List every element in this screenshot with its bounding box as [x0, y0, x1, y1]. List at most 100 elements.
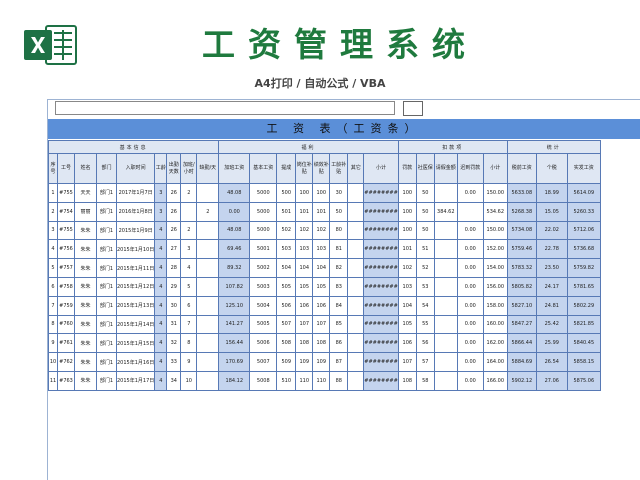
- table-cell[interactable]: 6: [48, 276, 58, 297]
- table-cell[interactable]: 25.99: [535, 333, 568, 354]
- table-cell[interactable]: [456, 201, 484, 222]
- table-cell[interactable]: 108: [312, 333, 331, 354]
- table-cell[interactable]: 朱朱: [74, 370, 97, 391]
- table-cell[interactable]: 502: [276, 220, 297, 241]
- column-header[interactable]: 税前工资: [506, 153, 537, 184]
- table-cell[interactable]: 105: [312, 276, 331, 297]
- table-cell[interactable]: 164.00: [482, 352, 508, 372]
- table-cell[interactable]: 107: [312, 314, 331, 335]
- table-cell[interactable]: 5902.12: [506, 370, 537, 391]
- table-cell[interactable]: 501: [276, 201, 297, 222]
- table-cell[interactable]: ########: [363, 314, 399, 335]
- table-cell[interactable]: 5633.08: [506, 183, 537, 203]
- table-cell[interactable]: 100: [312, 183, 331, 203]
- table-cell[interactable]: [433, 295, 458, 316]
- table-cell[interactable]: [196, 258, 220, 278]
- table-cell[interactable]: 50: [329, 201, 349, 222]
- table-cell[interactable]: 108: [397, 370, 417, 391]
- table-cell[interactable]: 534.62: [482, 201, 508, 222]
- table-cell[interactable]: 504: [276, 258, 297, 278]
- table-cell[interactable]: 4: [154, 370, 168, 391]
- table-cell[interactable]: #759: [57, 295, 75, 316]
- table-cell[interactable]: 5759.46: [506, 239, 537, 260]
- table-cell[interactable]: 10: [48, 352, 58, 372]
- table-cell[interactable]: [347, 352, 365, 372]
- table-cell[interactable]: 0.00: [456, 370, 484, 391]
- column-header[interactable]: 个税: [535, 153, 568, 184]
- table-cell[interactable]: [347, 370, 365, 391]
- table-cell[interactable]: 4: [154, 276, 168, 297]
- table-cell[interactable]: 53: [415, 276, 435, 297]
- table-cell[interactable]: 2015年1月14日: [115, 314, 156, 335]
- table-cell[interactable]: 505: [276, 276, 297, 297]
- table-cell[interactable]: 154.00: [482, 258, 508, 278]
- table-cell[interactable]: 25.42: [535, 314, 568, 335]
- table-cell[interactable]: #763: [57, 370, 75, 391]
- table-cell[interactable]: 2015年1月9日: [115, 220, 156, 241]
- table-cell[interactable]: 5006: [249, 333, 278, 354]
- table-cell[interactable]: [347, 183, 365, 203]
- table-cell[interactable]: 29: [166, 276, 182, 297]
- table-cell[interactable]: 2015年1月11日: [115, 258, 156, 278]
- table-cell[interactable]: 100: [397, 183, 417, 203]
- table-cell[interactable]: 384.62: [433, 201, 458, 222]
- table-cell[interactable]: 110: [312, 370, 331, 391]
- table-cell[interactable]: [347, 333, 365, 354]
- column-header[interactable]: 出勤天数: [166, 153, 182, 184]
- table-cell[interactable]: 3: [48, 220, 58, 241]
- table-cell[interactable]: 106: [397, 333, 417, 354]
- table-cell[interactable]: [433, 239, 458, 260]
- table-cell[interactable]: [433, 276, 458, 297]
- table-cell[interactable]: [433, 220, 458, 241]
- table-cell[interactable]: 5268.38: [506, 201, 537, 222]
- table-cell[interactable]: 141.27: [218, 314, 251, 335]
- table-cell[interactable]: 34: [166, 370, 182, 391]
- table-cell[interactable]: 86: [329, 333, 349, 354]
- table-cell[interactable]: [196, 352, 220, 372]
- table-cell[interactable]: 5260.33: [566, 201, 601, 222]
- table-cell[interactable]: 107.82: [218, 276, 251, 297]
- table-cell[interactable]: [433, 370, 458, 391]
- table-cell[interactable]: 部门1: [96, 276, 117, 297]
- column-header[interactable]: 工号: [57, 153, 75, 184]
- table-cell[interactable]: 5884.69: [506, 352, 537, 372]
- table-cell[interactable]: 152.00: [482, 239, 508, 260]
- table-cell[interactable]: 109: [295, 352, 314, 372]
- table-cell[interactable]: 81: [329, 239, 349, 260]
- table-cell[interactable]: 156.44: [218, 333, 251, 354]
- table-cell[interactable]: 0.00: [456, 333, 484, 354]
- table-cell[interactable]: 天天: [74, 183, 97, 203]
- table-cell[interactable]: 8: [48, 314, 58, 335]
- table-cell[interactable]: 8: [180, 333, 198, 354]
- column-header[interactable]: 实发工资: [566, 153, 601, 184]
- table-cell[interactable]: 50: [415, 220, 435, 241]
- table-cell[interactable]: 5759.82: [566, 258, 601, 278]
- table-cell[interactable]: 0.00: [456, 239, 484, 260]
- table-cell[interactable]: 500: [276, 183, 297, 203]
- table-cell[interactable]: 100: [295, 183, 314, 203]
- table-cell[interactable]: 52: [415, 258, 435, 278]
- table-cell[interactable]: 18.99: [535, 183, 568, 203]
- table-cell[interactable]: 5007: [249, 352, 278, 372]
- table-cell[interactable]: 10: [180, 370, 198, 391]
- table-cell[interactable]: [433, 183, 458, 203]
- table-cell[interactable]: 84: [329, 295, 349, 316]
- column-header[interactable]: 工龄补贴: [329, 153, 349, 184]
- column-header[interactable]: 小计: [482, 153, 508, 184]
- table-cell[interactable]: 31: [166, 314, 182, 335]
- table-cell[interactable]: 2015年1月13日: [115, 295, 156, 316]
- table-cell[interactable]: 6: [180, 295, 198, 316]
- table-cell[interactable]: 26.54: [535, 352, 568, 372]
- table-cell[interactable]: 26: [166, 201, 182, 222]
- table-cell[interactable]: 0.00: [456, 220, 484, 241]
- column-header[interactable]: 姓名: [74, 153, 97, 184]
- table-cell[interactable]: 15.05: [535, 201, 568, 222]
- table-cell[interactable]: 5: [48, 258, 58, 278]
- table-cell[interactable]: 5: [180, 276, 198, 297]
- table-cell[interactable]: ########: [363, 333, 399, 354]
- table-cell[interactable]: 2: [180, 183, 198, 203]
- column-header[interactable]: 其它: [347, 153, 365, 184]
- table-cell[interactable]: 56: [415, 333, 435, 354]
- table-cell[interactable]: 103: [295, 239, 314, 260]
- table-cell[interactable]: 162.00: [482, 333, 508, 354]
